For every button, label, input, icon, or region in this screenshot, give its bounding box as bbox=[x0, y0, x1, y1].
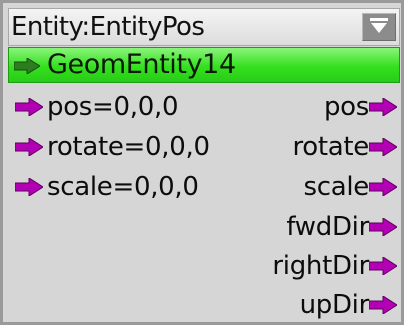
input-port-arrow-icon[interactable] bbox=[15, 138, 43, 156]
input-port-label: pos=0,0,0 bbox=[47, 92, 179, 122]
output-port-label: rotate bbox=[292, 132, 369, 162]
input-port-label: rotate=0,0,0 bbox=[47, 132, 210, 162]
port-row: rotate=0,0,0 rotate bbox=[3, 127, 404, 167]
output-port-arrow-icon[interactable] bbox=[369, 138, 397, 156]
input-port-arrow-icon[interactable] bbox=[15, 98, 43, 116]
output-port-arrow-icon[interactable] bbox=[369, 257, 397, 275]
output-port-label: rightDir bbox=[272, 251, 369, 281]
port-row: upDir bbox=[3, 285, 404, 325]
entity-arrow-icon bbox=[14, 58, 40, 74]
input-port-label: scale=0,0,0 bbox=[47, 172, 199, 202]
node-title-bar[interactable]: Entity:EntityPos bbox=[8, 8, 400, 46]
port-row: fwdDir bbox=[3, 207, 404, 247]
output-port-label: upDir bbox=[299, 290, 370, 320]
port-row: pos=0,0,0 pos bbox=[3, 87, 404, 127]
output-port-arrow-icon[interactable] bbox=[369, 178, 397, 196]
node-title: Entity:EntityPos bbox=[11, 12, 205, 42]
node-menu-button[interactable] bbox=[362, 13, 396, 41]
dropdown-triangle-icon bbox=[370, 18, 388, 33]
entity-name: GeomEntity14 bbox=[47, 49, 236, 80]
output-port-arrow-icon[interactable] bbox=[369, 296, 397, 314]
output-port-label: pos bbox=[323, 92, 369, 122]
entity-reference-row[interactable]: GeomEntity14 bbox=[8, 47, 400, 83]
output-port-label: scale bbox=[303, 172, 370, 202]
input-port-arrow-icon[interactable] bbox=[15, 178, 43, 196]
port-row: scale=0,0,0 scale bbox=[3, 167, 404, 207]
entity-node[interactable]: Entity:EntityPos GeomEntity14 pos=0,0,0 … bbox=[0, 0, 404, 325]
output-port-label: fwdDir bbox=[286, 212, 369, 242]
output-port-arrow-icon[interactable] bbox=[369, 98, 397, 116]
port-row: rightDir bbox=[3, 246, 404, 286]
output-port-arrow-icon[interactable] bbox=[369, 218, 397, 236]
